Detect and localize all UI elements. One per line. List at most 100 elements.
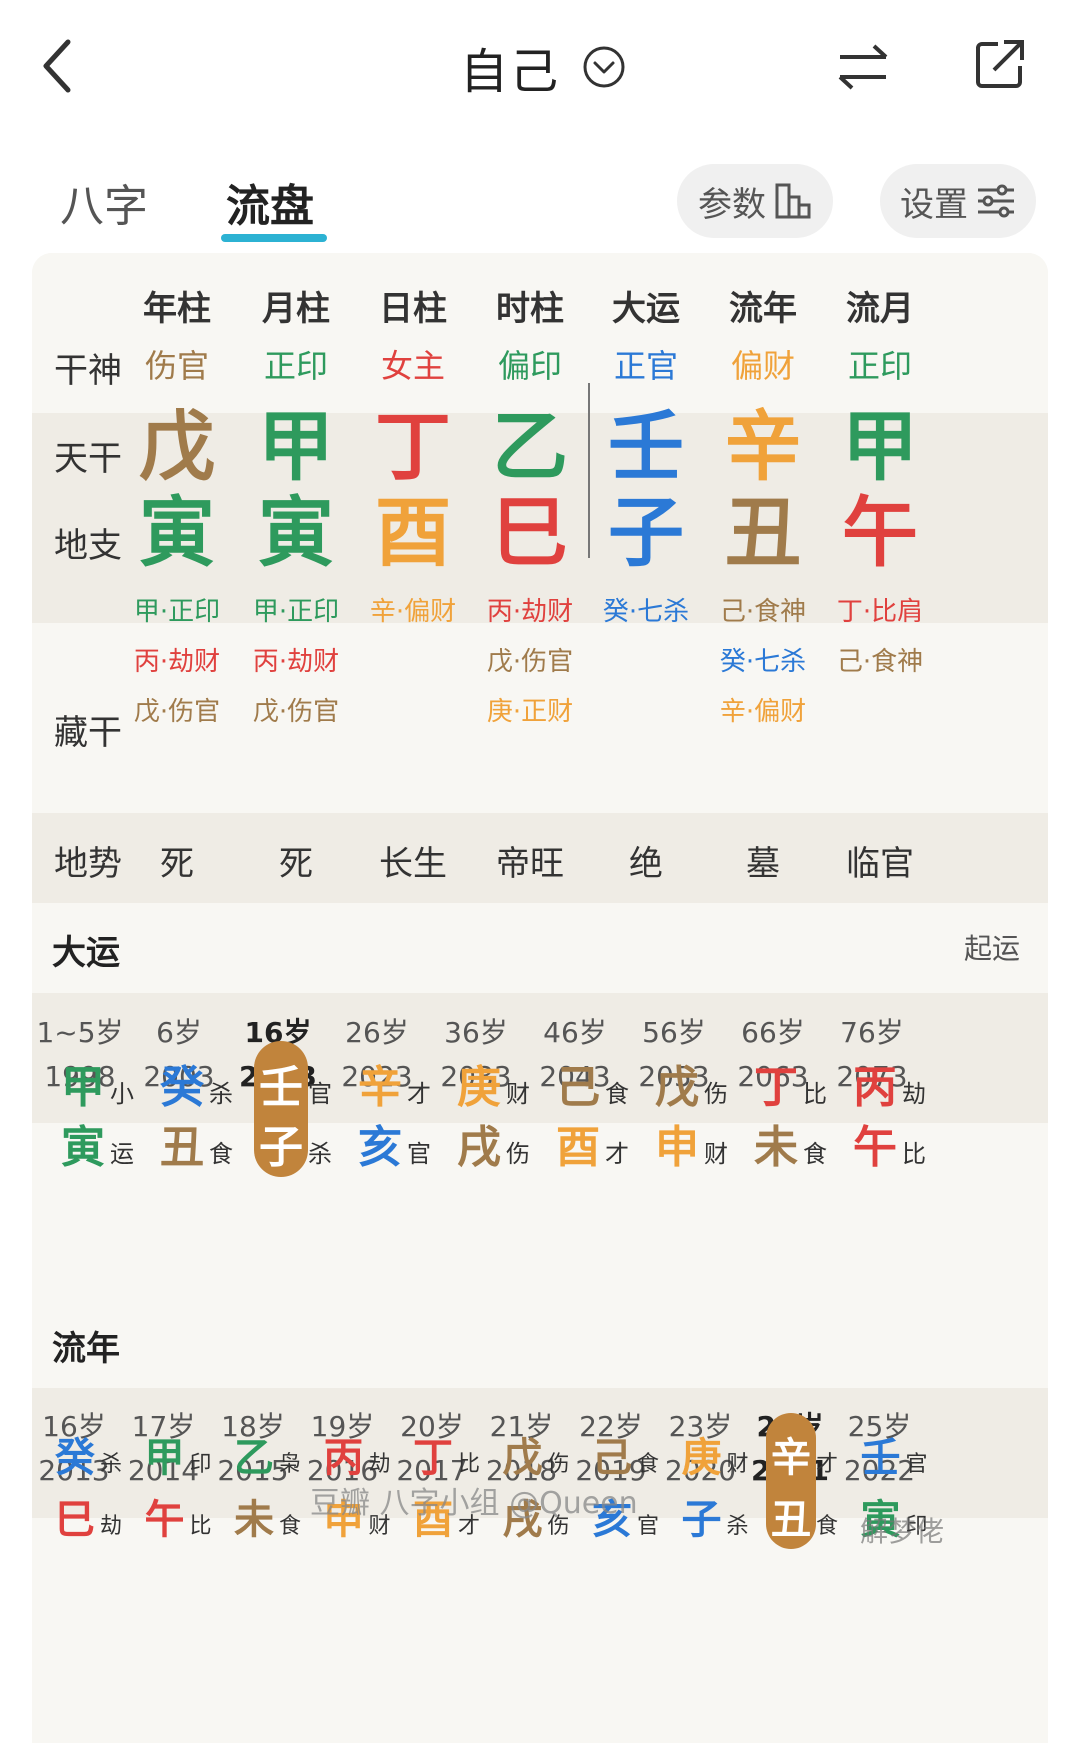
tab-bar: 八字 流盘 参数 设置 — [0, 150, 1080, 250]
liunian-char: 壬 — [860, 1435, 901, 1481]
settings-button[interactable]: 设置 — [880, 164, 1036, 238]
dayun-char: 亥 — [358, 1122, 402, 1173]
dayun-ganzhi-row: 丙劫 — [852, 1051, 926, 1115]
dayun-age: 46岁 — [543, 1016, 607, 1049]
dayun-age: 56岁 — [642, 1016, 706, 1049]
liunian-ganzhi-row: 巳劫 — [54, 1487, 122, 1545]
canggan-item: 己·食神 — [719, 597, 807, 627]
liunian-ganzhi-row: 壬官 — [860, 1425, 928, 1483]
dizhi-char: 酉 — [375, 488, 451, 577]
canggan-item: 丙·劫财 — [252, 647, 340, 677]
tab-liupan[interactable]: 流盘 — [226, 170, 314, 234]
dayun-age: 26岁 — [345, 1016, 409, 1049]
qiyun-button[interactable]: 起运 — [964, 927, 1020, 967]
dishi-value: 墓 — [746, 844, 780, 884]
dayun-char: 丙 — [853, 1062, 897, 1113]
column-header: 流年 — [729, 289, 797, 329]
dayun-age: 6岁 — [156, 1016, 202, 1049]
ganshen-value: 伤官 — [144, 347, 210, 385]
site-watermark: 解梦佬 — [860, 1515, 945, 1548]
dayun-ganzhi-row: 庚财 — [456, 1051, 530, 1115]
dayun-shishen: 伤 — [704, 1080, 728, 1108]
dayun-ganzhi-row: 丁比 — [753, 1051, 827, 1115]
dayun-char: 辛 — [358, 1062, 402, 1113]
dayun-char: 丑 — [160, 1122, 204, 1173]
top-bar: 自己 — [0, 0, 1080, 130]
dizhi-char: 巳 — [492, 488, 568, 577]
dayun-shishen: 才 — [407, 1080, 431, 1108]
dayun-title: 大运 — [52, 933, 120, 973]
canggan-item: 辛·偏财 — [369, 597, 457, 627]
ganshen-value: 偏财 — [730, 347, 796, 385]
dayun-header-band — [32, 903, 1048, 993]
swap-icon[interactable] — [836, 40, 890, 94]
dayun-age: 76岁 — [840, 1016, 904, 1049]
liunian-shishen: 枭 — [279, 1452, 302, 1477]
ganshen-value: 正官 — [613, 347, 679, 385]
ganshen-value: 偏印 — [497, 347, 563, 385]
canggan-item: 甲·正印 — [133, 597, 221, 627]
liunian-shishen: 比 — [458, 1452, 481, 1477]
dishi-value: 绝 — [629, 844, 663, 884]
dishi-value: 临官 — [846, 844, 914, 884]
dayun-ganzhi-row: 未食 — [753, 1111, 827, 1175]
profile-selector[interactable]: 自己 — [460, 32, 626, 102]
dayun-ganzhi-row: 寅运 — [60, 1111, 134, 1175]
liunian-shishen: 比 — [189, 1514, 212, 1539]
ganshen-value: 正印 — [263, 347, 329, 385]
column-header: 月柱 — [262, 289, 330, 329]
dayun-shishen: 财 — [506, 1080, 530, 1108]
dizhi-char: 寅 — [258, 488, 334, 577]
dayun-shishen: 比 — [902, 1140, 926, 1168]
liunian-shishen: 劫 — [368, 1452, 391, 1477]
dayun-char: 己 — [556, 1062, 600, 1113]
liunian-ganzhi-row: 丑食 — [770, 1487, 838, 1545]
dayun-shishen: 食 — [209, 1140, 233, 1168]
liunian-ganzhi-row: 己食 — [591, 1425, 659, 1483]
liunian-shishen: 官 — [905, 1452, 928, 1477]
sliders-icon — [978, 184, 1014, 218]
liunian-shishen: 杀 — [726, 1514, 749, 1539]
liunian-shishen: 官 — [637, 1514, 660, 1539]
dizhi-char: 子 — [608, 488, 684, 577]
liunian-shishen: 食 — [816, 1514, 839, 1539]
tab-bazi[interactable]: 八字 — [60, 170, 148, 234]
liunian-char: 癸 — [55, 1435, 95, 1481]
dayun-shishen: 杀 — [308, 1140, 332, 1168]
liunian-char: 乙 — [234, 1435, 274, 1481]
ganshen-value: 女主 — [380, 347, 446, 385]
dayun-ganzhi-row: 甲小 — [60, 1051, 134, 1115]
dayun-char: 寅 — [61, 1122, 105, 1173]
active-tab-indicator — [221, 234, 327, 242]
dayun-ganzhi-row: 申财 — [654, 1111, 728, 1175]
column-header: 时柱 — [496, 289, 564, 329]
params-button[interactable]: 参数 — [677, 164, 833, 238]
column-header: 日柱 — [379, 289, 447, 329]
watermark-source: 豆瓣 — [310, 1486, 370, 1521]
canggan-item: 癸·七杀 — [719, 647, 807, 677]
dayun-age: 36岁 — [444, 1016, 508, 1049]
dayun-shishen: 财 — [704, 1140, 728, 1168]
canggan-item: 己·食神 — [836, 647, 924, 677]
tiangan-label: 天干 — [54, 439, 122, 479]
canggan-label: 藏干 — [54, 713, 122, 753]
liunian-char: 庚 — [681, 1435, 722, 1481]
liunian-char: 甲 — [144, 1435, 185, 1481]
dayun-shishen: 小 — [110, 1080, 134, 1108]
liunian-ganzhi-row: 辛才 — [770, 1425, 838, 1483]
dayun-shishen: 官 — [407, 1140, 431, 1168]
dayun-ganzhi-row: 子杀 — [258, 1111, 332, 1175]
liunian-ganzhi-row: 丙劫 — [323, 1425, 391, 1483]
share-icon[interactable] — [972, 36, 1028, 92]
liunian-shishen: 才 — [816, 1452, 839, 1477]
liunian-char: 戊 — [502, 1435, 543, 1481]
column-divider — [588, 383, 590, 558]
back-arrow-icon[interactable] — [38, 36, 78, 96]
column-header: 流月 — [846, 289, 914, 329]
liunian-title: 流年 — [52, 1329, 120, 1369]
dishi-label: 地势 — [54, 844, 122, 884]
watermark: 豆瓣 八字小组 @Queen — [310, 1478, 638, 1522]
dayun-shishen: 运 — [110, 1140, 134, 1168]
ganshen-label: 干神 — [54, 351, 122, 391]
dayun-ganzhi-row: 壬官 — [258, 1051, 332, 1115]
